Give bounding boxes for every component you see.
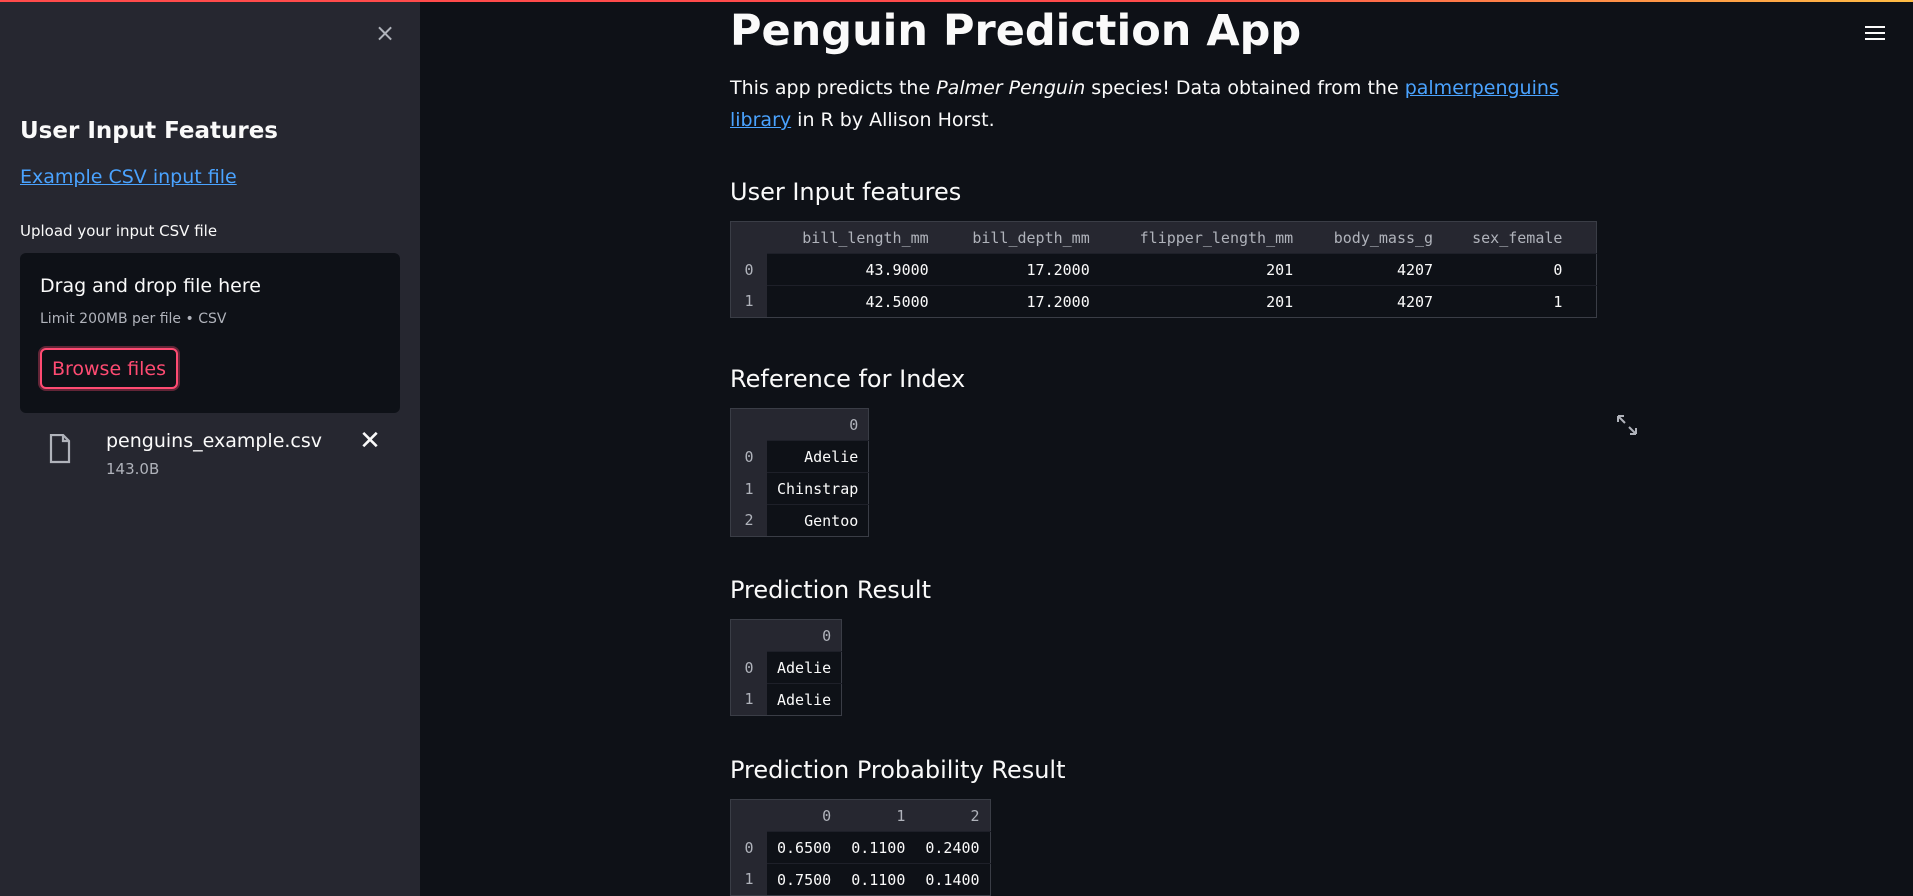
table-row: 1 Chinstrap	[730, 472, 869, 505]
table-row: 1 0.7500 0.1100 0.1400	[730, 863, 991, 896]
table-cell: 43.9000	[767, 253, 939, 286]
table-row: 1 42.5000 17.2000 201 4207 1	[730, 285, 1597, 318]
uploaded-file-size: 143.0B	[106, 460, 160, 478]
intro-text-start: This app predicts the	[730, 77, 937, 99]
row-index: 0	[730, 831, 767, 864]
table-cell: 0.6500	[767, 831, 842, 864]
intro-text-middle: species! Data obtained from the	[1085, 77, 1405, 99]
sidebar: × User Input Features Example CSV input …	[0, 0, 420, 896]
row-index: 1	[730, 285, 767, 318]
page-title: Penguin Prediction App	[730, 6, 1302, 56]
table-cell: 42.5000	[767, 285, 939, 318]
row-index: 2	[730, 504, 767, 537]
example-csv-link[interactable]: Example CSV input file	[20, 166, 237, 188]
hamburger-menu-icon[interactable]	[1860, 22, 1890, 48]
section-title-prediction: Prediction Result	[730, 576, 932, 604]
browse-files-button[interactable]: Browse files	[40, 348, 178, 389]
uploaded-file: penguins_example.csv 143.0B ✕	[20, 428, 400, 488]
column-header[interactable]: 2	[915, 799, 991, 832]
table-cell: 0.1100	[841, 863, 916, 896]
row-index: 1	[730, 472, 767, 505]
upload-label: Upload your input CSV file	[20, 222, 218, 240]
intro-text-end: in R by Allison Horst.	[791, 109, 995, 131]
row-index: 1	[730, 683, 767, 716]
file-icon	[49, 434, 71, 464]
table-cell: 17.2000	[938, 285, 1100, 318]
table-cell: 0.1100	[841, 831, 916, 864]
dropzone-limit: Limit 200MB per file • CSV	[40, 311, 227, 327]
table-row: 0 43.9000 17.2000 201 4207 0	[730, 253, 1597, 286]
table-corner	[730, 799, 767, 832]
sidebar-title: User Input Features	[20, 118, 278, 144]
column-header[interactable]: body_mass_g	[1303, 221, 1444, 254]
table-row: 1 Adelie	[730, 683, 842, 716]
column-header[interactable]: bill_length_mm	[767, 221, 939, 254]
uploaded-file-name: penguins_example.csv	[106, 430, 323, 452]
table-cell	[1572, 253, 1597, 286]
file-dropzone[interactable]: Drag and drop file here Limit 200MB per …	[20, 253, 400, 413]
table-cell: 4207	[1303, 253, 1444, 286]
table-cell: Adelie	[767, 440, 869, 473]
table-cell: Gentoo	[767, 504, 869, 537]
section-title-input-features: User Input features	[730, 178, 962, 206]
table-row: 0 Adelie	[730, 651, 842, 684]
table-corner	[730, 619, 767, 652]
table-cell: 201	[1099, 285, 1304, 318]
probability-table: 0 1 2 0 0.6500 0.1100 0.2400 1 0.7500 0.1100 0.140…	[730, 799, 991, 896]
table-cell: 17.2000	[938, 253, 1100, 286]
input-features-table: bill_length_mm bill_depth_mm flipper_lengt…	[730, 221, 1597, 318]
column-header[interactable]: bill_depth_mm	[938, 221, 1100, 254]
row-index: 0	[730, 651, 767, 684]
fullscreen-expand-icon[interactable]	[1616, 414, 1638, 436]
column-header[interactable]: 0	[767, 799, 842, 832]
column-header[interactable]: 0	[767, 408, 869, 441]
section-title-reference: Reference for Index	[730, 365, 966, 393]
table-cell: 4207	[1303, 285, 1444, 318]
table-cell: 0.1400	[915, 863, 991, 896]
table-cell: Chinstrap	[767, 472, 869, 505]
column-header[interactable]: 0	[767, 619, 842, 652]
column-header[interactable]: 1	[841, 799, 916, 832]
column-header[interactable]: sex_female	[1443, 221, 1573, 254]
section-title-probability: Prediction Probability Result	[730, 756, 1066, 784]
table-cell: 0.7500	[767, 863, 842, 896]
row-index: 0	[730, 440, 767, 473]
table-row: 0 0.6500 0.1100 0.2400	[730, 831, 991, 864]
row-index: 0	[730, 253, 767, 286]
column-header[interactable]	[1572, 221, 1597, 254]
table-cell: 0.2400	[915, 831, 991, 864]
table-corner	[730, 408, 767, 441]
table-cell: Adelie	[767, 683, 842, 716]
reference-table: 0 0 Adelie 1 Chinstrap 2 Gentoo	[730, 408, 870, 537]
table-cell: Adelie	[767, 651, 842, 684]
table-row: 2 Gentoo	[730, 504, 869, 537]
prediction-table: 0 0 Adelie 1 Adelie	[730, 619, 843, 716]
table-cell: 201	[1099, 253, 1304, 286]
table-cell: 1	[1443, 285, 1573, 318]
column-header[interactable]: flipper_length_mm	[1099, 221, 1304, 254]
dropzone-title: Drag and drop file here	[40, 275, 261, 297]
intro-text: This app predicts the Palmer Penguin spe…	[730, 72, 1600, 136]
table-cell	[1572, 285, 1597, 318]
table-cell: 0	[1443, 253, 1573, 286]
table-row: 0 Adelie	[730, 440, 869, 473]
table-corner	[730, 221, 767, 254]
intro-emphasis: Palmer Penguin	[936, 77, 1086, 99]
row-index: 1	[730, 863, 767, 896]
remove-file-icon[interactable]: ✕	[356, 428, 384, 456]
close-icon[interactable]: ×	[372, 20, 398, 46]
top-decoration-bar	[0, 0, 1913, 2]
